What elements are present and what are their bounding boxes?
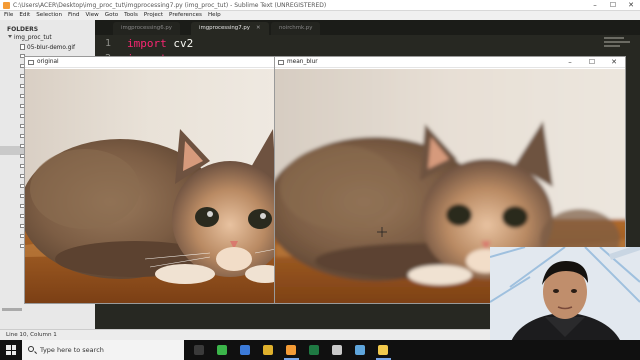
sidebar-file[interactable]: 05-blur-demo.gif [20, 44, 75, 51]
photos-taskbar-button[interactable] [349, 340, 372, 360]
minimize-icon[interactable]: – [559, 57, 581, 68]
minimap[interactable] [604, 37, 634, 57]
menu-file[interactable]: File [4, 11, 13, 20]
tab-label: imgprocessing6.py [121, 25, 172, 31]
windows-store-taskbar-button[interactable] [234, 340, 257, 360]
excel-taskbar-button[interactable] [303, 340, 326, 360]
windows-taskbar: Type here to search [0, 340, 640, 360]
original-image-window[interactable]: original [24, 56, 275, 304]
menu-find[interactable]: Find [68, 11, 79, 20]
presenter-video [490, 247, 640, 344]
python-icon [378, 345, 388, 355]
line-number: 1 [105, 38, 112, 49]
menu-edit[interactable]: Edit [19, 11, 30, 20]
close-icon[interactable]: ✕ [622, 0, 640, 11]
excel-icon [309, 345, 319, 355]
window-controls: – ☐ ✕ [559, 57, 625, 68]
menu-tools[interactable]: Tools [124, 11, 138, 20]
window-title: C:\Users\ACER\Desktop\img_proc_tut\imgpr… [13, 2, 327, 9]
clock-app-taskbar-button[interactable] [326, 340, 349, 360]
chrome-icon [263, 345, 273, 355]
windows-store-icon [240, 345, 250, 355]
original-image [25, 69, 274, 303]
webcam-overlay [490, 247, 640, 344]
taskbar-search-box[interactable]: Type here to search [22, 340, 184, 360]
chrome-taskbar-button[interactable] [257, 340, 280, 360]
sublime-text-taskbar-button[interactable] [280, 340, 303, 360]
tab-bar: imgprocessing6.py imgprocessing7.py ✕ noi… [95, 20, 640, 35]
tab-label: noirchmk.py [279, 25, 313, 31]
menu-help[interactable]: Help [208, 11, 221, 20]
menu-project[interactable]: Project [144, 11, 163, 20]
code-keyword: import [127, 37, 167, 50]
chevron-down-icon [8, 35, 12, 38]
sublime-app-icon [3, 2, 10, 9]
window-icon [28, 60, 34, 65]
sublime-text-icon [286, 345, 296, 355]
code-line-1[interactable]: import cv2 [127, 37, 193, 50]
task-view-taskbar-button[interactable] [188, 340, 211, 360]
task-view-icon [194, 345, 204, 355]
window-icon [278, 60, 284, 65]
minimize-icon[interactable]: – [586, 0, 604, 11]
maximize-icon[interactable]: ☐ [604, 0, 622, 11]
search-placeholder: Type here to search [40, 346, 104, 354]
original-window-titlebar[interactable]: original [25, 57, 274, 68]
line-app-icon [217, 345, 227, 355]
code-module: cv2 [173, 37, 194, 50]
folders-header: FOLDERS [7, 26, 39, 33]
desktop-screen: C:\Users\ACER\Desktop\img_proc_tut\imgpr… [0, 0, 640, 360]
close-icon[interactable]: ✕ [603, 57, 625, 68]
sublime-title-bar: C:\Users\ACER\Desktop\img_proc_tut\imgpr… [0, 0, 640, 11]
search-icon [28, 346, 34, 352]
tab-imgprocessing7[interactable]: imgprocessing7.py ✕ [191, 22, 269, 35]
mean-blur-window-title: mean_blur [287, 59, 318, 65]
windows-start-icon[interactable] [6, 345, 16, 355]
line-app-taskbar-button[interactable] [211, 340, 234, 360]
tab-imgprocessing6[interactable]: imgprocessing6.py [113, 22, 180, 35]
window-controls: – ☐ ✕ [586, 0, 640, 11]
file-label: 05-blur-demo.gif [27, 45, 76, 51]
tab-noirchmk[interactable]: noirchmk.py [271, 22, 321, 35]
menu-preferences[interactable]: Preferences [169, 11, 202, 20]
menu-selection[interactable]: Selection [36, 11, 62, 20]
cat-photo [25, 69, 274, 303]
maximize-icon[interactable]: ☐ [581, 57, 603, 68]
file-icon [20, 44, 25, 50]
menu-view[interactable]: View [85, 11, 98, 20]
menu-bar: File Edit Selection Find View Goto Tools… [0, 11, 640, 20]
sidebar-folder[interactable]: img_proc_tut [8, 35, 52, 41]
original-window-title: original [37, 59, 59, 65]
sidebar-scrollbar[interactable] [2, 308, 22, 311]
folder-label: img_proc_tut [14, 35, 52, 41]
photos-icon [355, 345, 365, 355]
cursor-position: Line 10, Column 1 [6, 332, 57, 338]
python-taskbar-button[interactable] [372, 340, 395, 360]
taskbar-apps [188, 340, 395, 360]
tab-label: imgprocessing7.py [199, 25, 250, 31]
mean-blur-window-titlebar[interactable]: mean_blur – ☐ ✕ [275, 57, 625, 68]
close-icon[interactable]: ✕ [256, 25, 261, 31]
clock-app-icon [332, 345, 342, 355]
menu-goto[interactable]: Goto [105, 11, 118, 20]
